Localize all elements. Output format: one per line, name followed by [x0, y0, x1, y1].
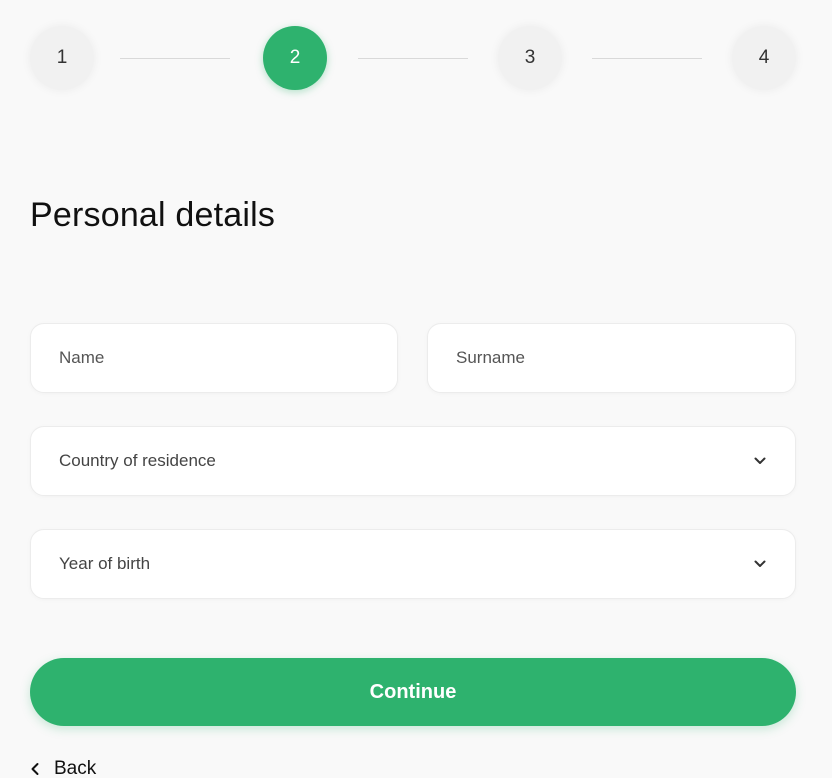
step-2[interactable]: 2 — [263, 26, 327, 90]
personal-details-page: 1 2 3 4 Personal details Country of resi… — [0, 0, 832, 778]
chevron-down-icon — [753, 557, 767, 571]
country-select-value: Country of residence — [59, 451, 216, 470]
step-connector — [592, 58, 702, 59]
country-select[interactable]: Country of residence — [30, 426, 796, 496]
chevron-down-icon — [753, 454, 767, 468]
surname-input[interactable] — [428, 324, 795, 392]
step-connector — [358, 58, 468, 59]
name-field-wrapper — [30, 323, 398, 393]
step-connector — [120, 58, 230, 59]
step-3[interactable]: 3 — [498, 26, 562, 90]
continue-button[interactable]: Continue — [30, 658, 796, 726]
year-select-value: Year of birth — [59, 554, 151, 573]
chevron-left-icon — [30, 762, 40, 776]
name-input[interactable] — [31, 324, 397, 392]
step-1[interactable]: 1 — [30, 26, 94, 90]
page-title: Personal details — [30, 196, 276, 234]
progress-stepper: 1 2 3 4 — [30, 26, 796, 90]
year-of-birth-select[interactable]: Year of birth — [30, 529, 796, 599]
back-label: Back — [54, 758, 97, 778]
back-link[interactable]: Back — [30, 758, 96, 778]
step-4[interactable]: 4 — [732, 26, 796, 90]
surname-field-wrapper — [427, 323, 796, 393]
